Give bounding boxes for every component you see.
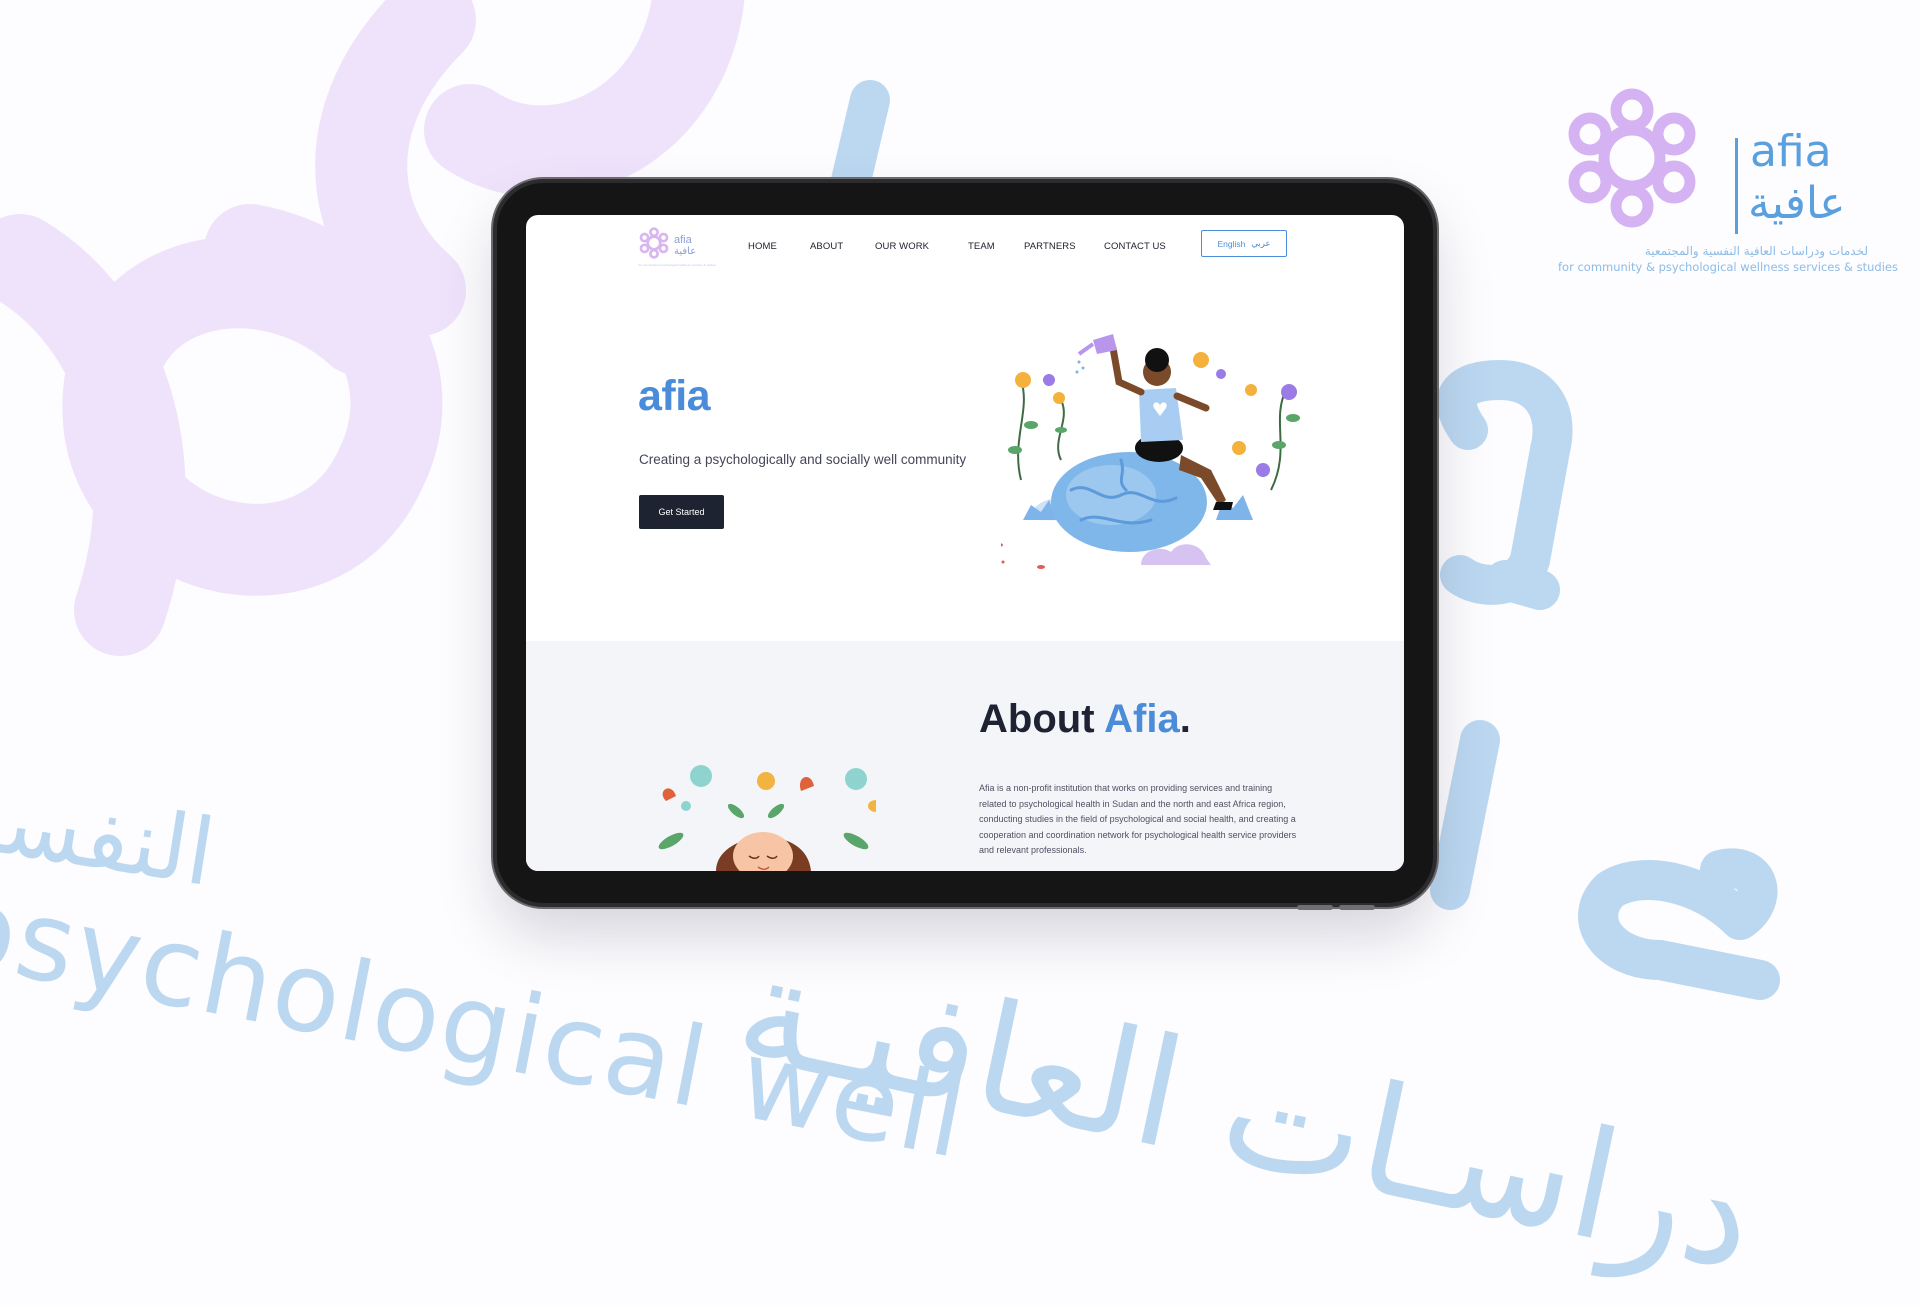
brand-tagline-arabic: لخدمات ودراسات العافية النفسية والمجتمعي… [1644, 244, 1868, 258]
tablet-frame: afia عافية for community & psychological… [497, 183, 1433, 910]
nav-about[interactable]: ABOUT [810, 241, 843, 253]
site-navbar: afia عافية for community & psychological… [526, 215, 1404, 277]
flower-logo-icon [639, 227, 669, 259]
language-english-label: English [1217, 238, 1246, 249]
brand-divider [1735, 138, 1738, 234]
site-logo-latin: afia [674, 234, 692, 246]
nav-contact-us[interactable]: CONTACT US [1104, 241, 1166, 253]
site-logo-arabic: عافية [674, 246, 697, 257]
hero-title: afia [638, 372, 711, 420]
about-title-accent: Afia [1104, 697, 1180, 741]
flower-logo-icon [1568, 88, 1696, 228]
language-arabic-label: عربي [1251, 238, 1271, 248]
hero-subtitle: Creating a psychologically and socially … [639, 452, 967, 467]
tablet-button [1339, 905, 1375, 910]
website-screen: afia عافية for community & psychological… [526, 215, 1404, 871]
about-illustration [658, 765, 876, 871]
about-title: About Afia. [979, 699, 1191, 739]
about-title-suffix: . [1179, 697, 1191, 741]
get-started-button[interactable]: Get Started [639, 495, 724, 529]
nav-partners[interactable]: PARTNERS [1024, 241, 1076, 253]
nav-our-work[interactable]: OUR WORK [875, 241, 929, 253]
site-logo-tagline: for community & psychological wellness s… [638, 263, 716, 267]
brand-tagline-english: for community & psychological wellness s… [1558, 260, 1898, 274]
language-switch-button[interactable]: English عربي [1201, 230, 1287, 257]
nav-home[interactable]: HOME [748, 241, 777, 253]
hero-illustration [1001, 334, 1300, 569]
nav-team[interactable]: TEAM [968, 241, 995, 253]
brand-name-latin: afia [1750, 126, 1832, 177]
about-description: Afia is a non-profit institution that wo… [979, 783, 1297, 856]
brand-name-arabic: عافية [1748, 178, 1846, 229]
site-logo[interactable]: afia عافية for community & psychological… [636, 223, 716, 269]
tablet-button [1297, 905, 1333, 910]
about-section: About Afia. Afia is a non-profit institu… [526, 641, 1404, 871]
about-title-prefix: About [979, 697, 1105, 741]
brand-logo: afia عافية لخدمات ودراسات العافية النفسي… [1552, 78, 1898, 278]
